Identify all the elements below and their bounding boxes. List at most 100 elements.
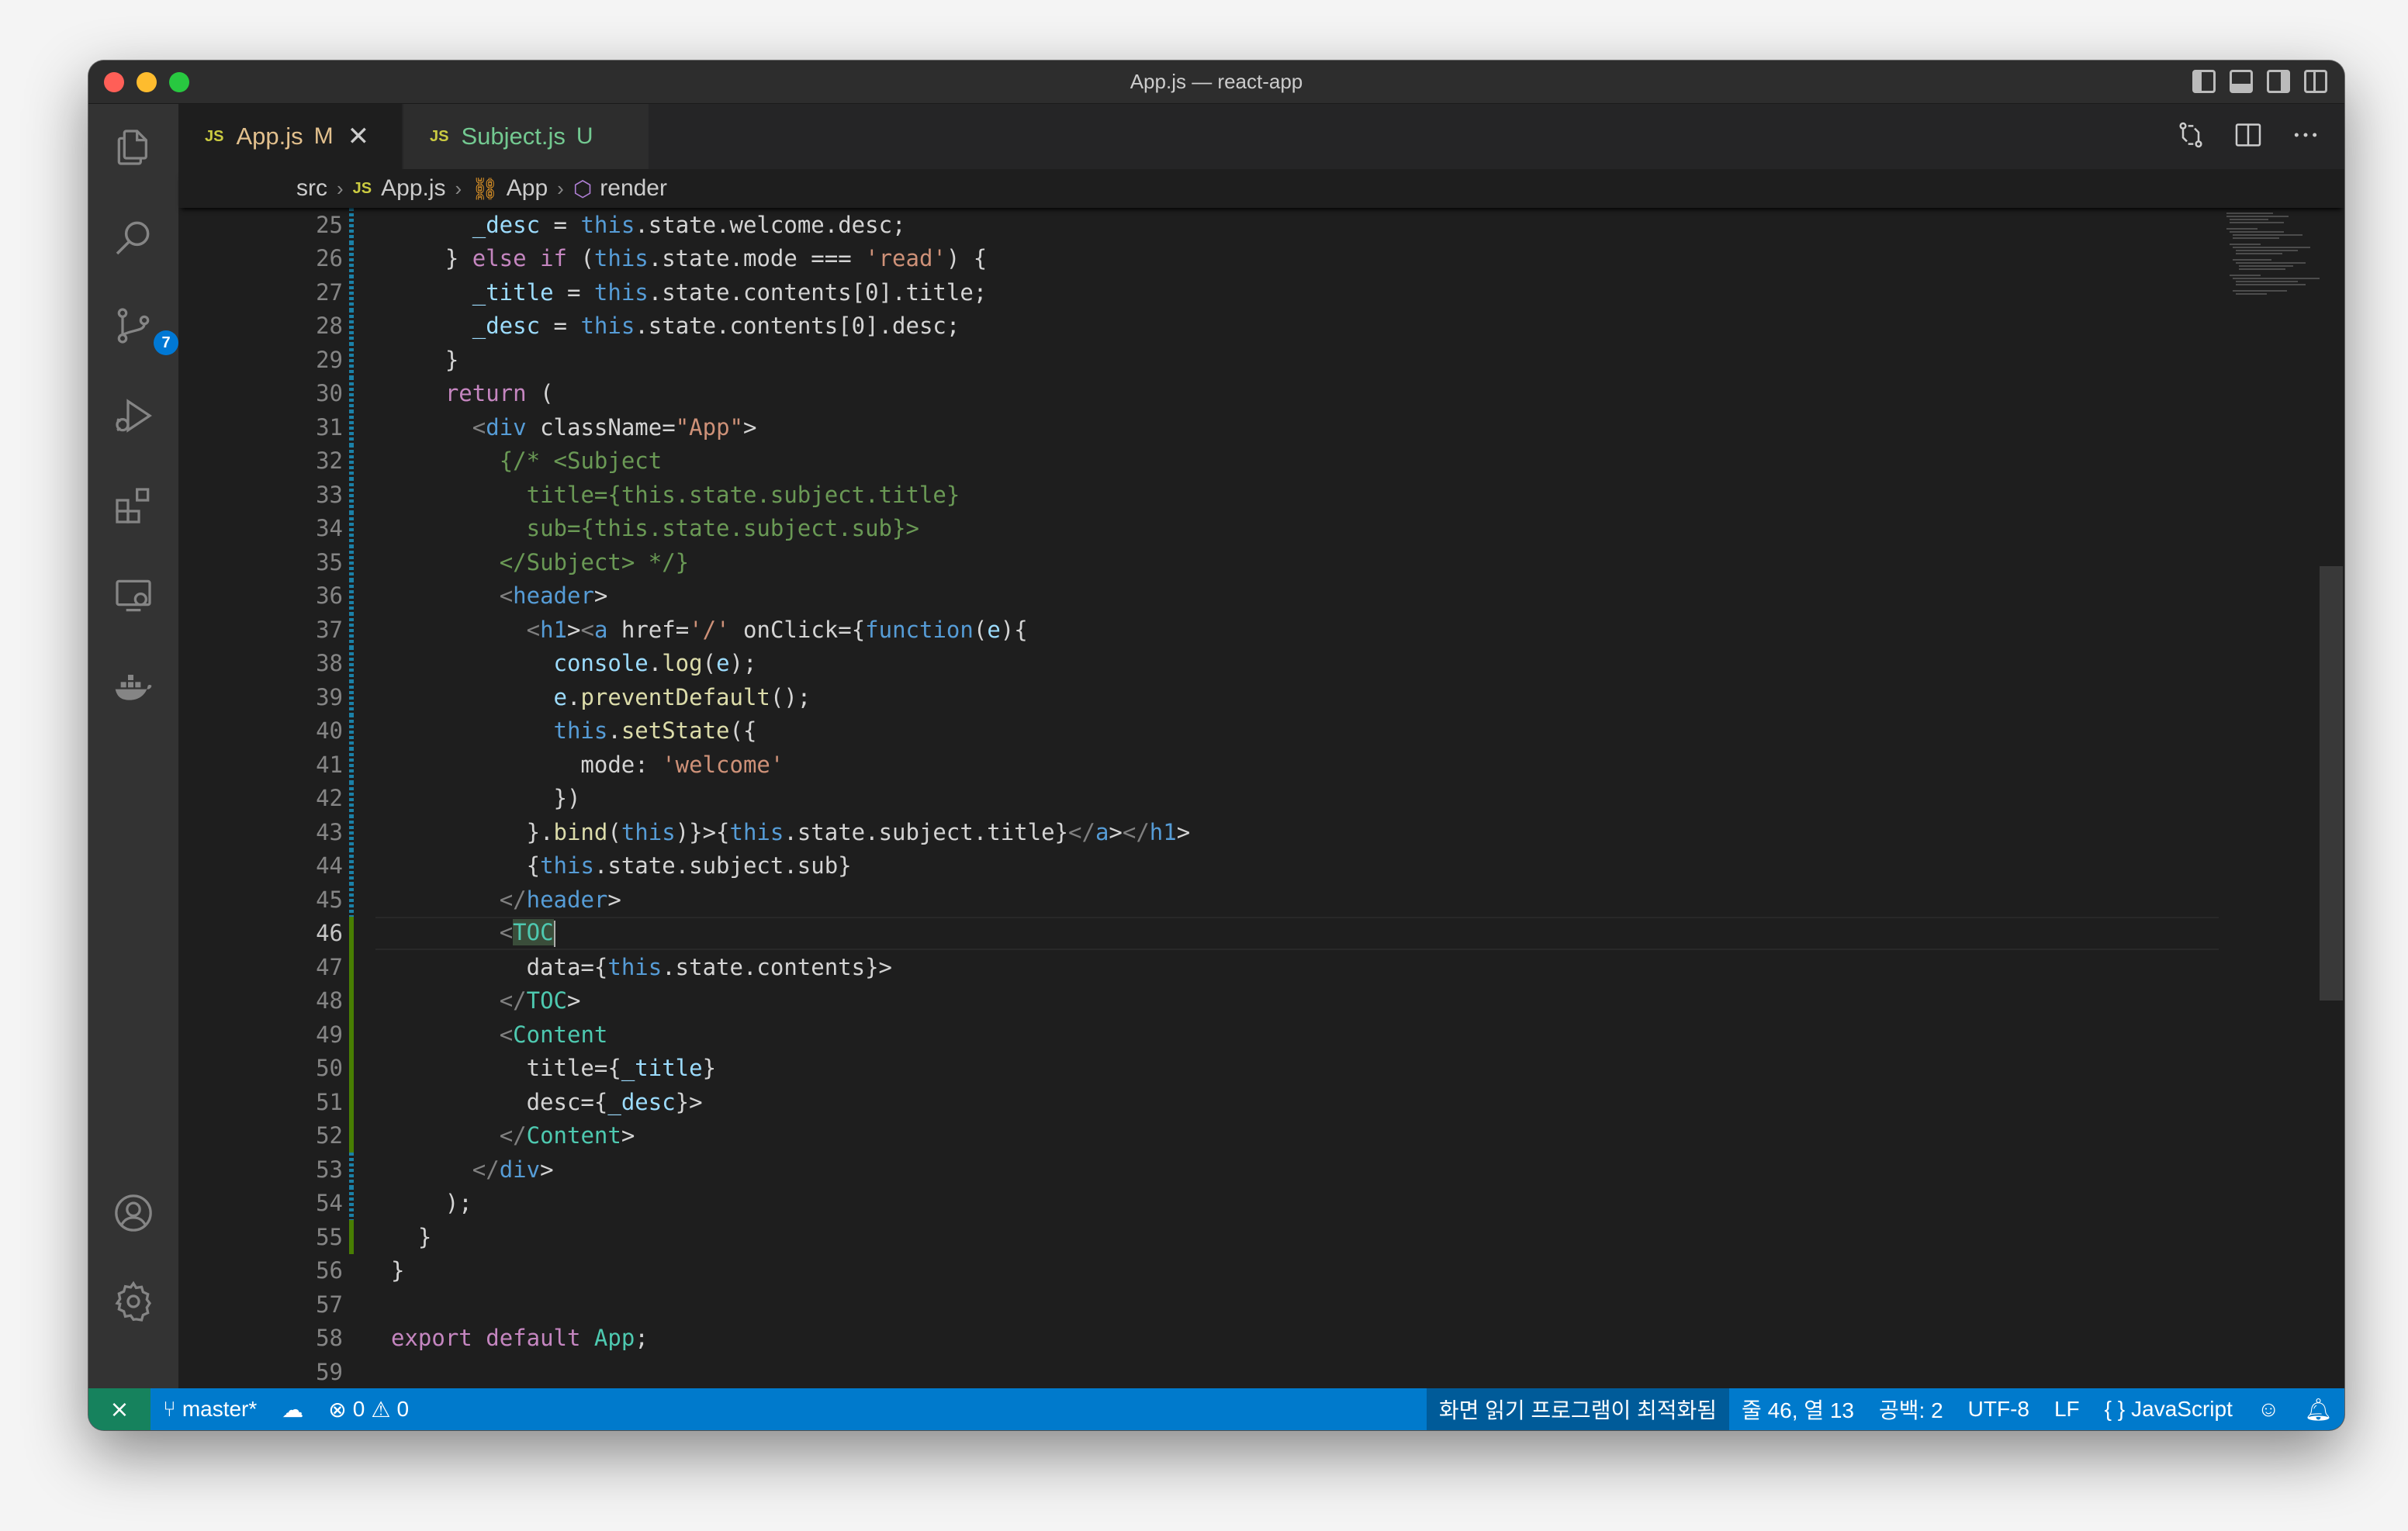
docker-icon[interactable] (110, 662, 157, 709)
code-line[interactable]: 52 </Content> (178, 1118, 2219, 1153)
scrollbar-thumb[interactable] (2320, 566, 2343, 1001)
close-window-button[interactable] (104, 72, 124, 92)
code-line[interactable]: 48 </TOC> (178, 983, 2219, 1018)
cloud-sync-icon[interactable]: ☁ (269, 1388, 316, 1430)
close-tab-icon[interactable]: ✕ (348, 121, 370, 152)
gutter-modified-marker[interactable] (349, 613, 354, 647)
code-line[interactable]: 51 desc={_desc}> (178, 1085, 2219, 1119)
code-line[interactable]: 36 <header> (178, 579, 2219, 613)
code-line[interactable]: 43 }.bind(this)}>{this.state.subject.tit… (178, 815, 2219, 849)
tab-app-js[interactable]: JS App.js M ✕ (178, 104, 402, 169)
code-line[interactable]: 26 } else if (this.state.mode === 'read'… (178, 241, 2219, 275)
gutter-modified-marker[interactable] (349, 883, 354, 917)
code-line[interactable]: 46 <TOC (178, 916, 2219, 950)
code-line[interactable]: 34 sub={this.state.subject.sub}> (178, 511, 2219, 545)
code-line[interactable]: 54 ); (178, 1186, 2219, 1220)
toggle-primary-sidebar-icon[interactable] (2192, 70, 2216, 93)
code-line[interactable]: 57 (178, 1287, 2219, 1322)
search-icon[interactable] (110, 214, 157, 261)
minimize-window-button[interactable] (137, 72, 157, 92)
account-icon[interactable] (110, 1190, 157, 1236)
problems-indicator[interactable]: ⊗ 0 ⚠ 0 (316, 1388, 421, 1430)
gutter-modified-marker[interactable] (349, 309, 354, 343)
gutter-modified-marker[interactable] (349, 748, 354, 782)
breadcrumb-class[interactable]: App (507, 175, 548, 202)
gutter-added-marker[interactable] (349, 1051, 354, 1085)
gutter-added-marker[interactable] (349, 916, 354, 950)
code-line[interactable]: 37 <h1><a href='/' onClick={function(e){ (178, 613, 2219, 647)
code-line[interactable]: 50 title={_title} (178, 1051, 2219, 1085)
editor-scrollbar[interactable] (2320, 208, 2343, 1388)
breadcrumb-folder[interactable]: src (296, 175, 327, 202)
gutter-added-marker[interactable] (349, 1220, 354, 1254)
gutter-modified-marker[interactable] (349, 848, 354, 883)
encoding-setting[interactable]: UTF-8 (1956, 1388, 2042, 1430)
remote-explorer-icon[interactable] (110, 572, 157, 619)
gutter-modified-marker[interactable] (349, 646, 354, 680)
settings-gear-icon[interactable] (110, 1278, 157, 1325)
code-line[interactable]: 44 {this.state.subject.sub} (178, 848, 2219, 883)
maximize-window-button[interactable] (169, 72, 189, 92)
language-mode[interactable]: { } JavaScript (2092, 1388, 2245, 1430)
code-line[interactable]: 38 console.log(e); (178, 646, 2219, 680)
split-editor-icon[interactable] (2233, 119, 2264, 150)
gutter-modified-marker[interactable] (349, 680, 354, 714)
gutter-modified-marker[interactable] (349, 241, 354, 275)
code-line[interactable]: 28 _desc = this.state.contents[0].desc; (178, 309, 2219, 343)
gutter-modified-marker[interactable] (349, 376, 354, 410)
indentation-setting[interactable]: 공백: 2 (1867, 1388, 1956, 1430)
source-control-icon[interactable]: 7 (110, 302, 178, 355)
gutter-modified-marker[interactable] (349, 1186, 354, 1220)
code-editor[interactable]: 25 _desc = this.state.welcome.desc; 26 } … (178, 208, 2219, 1388)
feedback-icon[interactable]: ☺ (2245, 1388, 2292, 1430)
gutter-modified-marker[interactable] (349, 444, 354, 478)
gutter-added-marker[interactable] (349, 1018, 354, 1052)
code-line[interactable]: 47 data={this.state.contents}> (178, 950, 2219, 984)
gutter-modified-marker[interactable] (349, 208, 354, 242)
gutter-modified-marker[interactable] (349, 1153, 354, 1187)
screen-reader-status[interactable]: 화면 읽기 프로그램이 최적화됨 (1426, 1388, 1730, 1430)
code-line[interactable]: 32 {/* <Subject (178, 444, 2219, 478)
open-changes-icon[interactable] (2175, 119, 2206, 150)
gutter-added-marker[interactable] (349, 950, 354, 984)
gutter-modified-marker[interactable] (349, 410, 354, 444)
explorer-icon[interactable] (110, 124, 157, 171)
code-line[interactable]: 53 </div> (178, 1153, 2219, 1187)
branch-indicator[interactable]: ⑂ master* (150, 1388, 269, 1430)
notifications-bell-icon[interactable]: 🔔︎ (2292, 1388, 2344, 1430)
code-line[interactable]: 35 </Subject> */} (178, 545, 2219, 579)
gutter-added-marker[interactable] (349, 983, 354, 1018)
code-line[interactable]: 58 export default App; (178, 1322, 2219, 1356)
breadcrumb-method[interactable]: render (600, 175, 667, 202)
extensions-icon[interactable] (110, 482, 157, 529)
code-line[interactable]: 25 _desc = this.state.welcome.desc; (178, 208, 2219, 242)
gutter-added-marker[interactable] (349, 1085, 354, 1119)
code-line[interactable]: 33 title={this.state.subject.title} (178, 478, 2219, 512)
more-actions-icon[interactable] (2290, 119, 2321, 150)
toggle-panel-icon[interactable] (2230, 70, 2253, 93)
code-line[interactable]: 27 _title = this.state.contents[0].title… (178, 275, 2219, 309)
code-line[interactable]: 42 }) (178, 781, 2219, 815)
code-line[interactable]: 59 (178, 1355, 2219, 1388)
gutter-modified-marker[interactable] (349, 275, 354, 309)
code-line[interactable]: 49 <Content (178, 1018, 2219, 1052)
gutter-modified-marker[interactable] (349, 714, 354, 748)
code-line[interactable]: 45 </header> (178, 883, 2219, 917)
gutter-added-marker[interactable] (349, 1118, 354, 1153)
eol-setting[interactable]: LF (2042, 1388, 2092, 1430)
code-line[interactable]: 29 } (178, 343, 2219, 377)
gutter-modified-marker[interactable] (349, 478, 354, 512)
breadcrumb-file[interactable]: App.js (381, 175, 445, 202)
tab-subject-js[interactable]: JS Subject.js U (403, 104, 649, 169)
gutter-modified-marker[interactable] (349, 545, 354, 579)
run-debug-icon[interactable] (110, 392, 157, 439)
code-line[interactable]: 41 mode: 'welcome' (178, 748, 2219, 782)
gutter-modified-marker[interactable] (349, 815, 354, 849)
customize-layout-icon[interactable] (2304, 70, 2327, 93)
gutter-modified-marker[interactable] (349, 579, 354, 613)
gutter-modified-marker[interactable] (349, 343, 354, 377)
code-line[interactable]: 39 e.preventDefault(); (178, 680, 2219, 714)
toggle-secondary-sidebar-icon[interactable] (2267, 70, 2290, 93)
gutter-modified-marker[interactable] (349, 511, 354, 545)
code-line[interactable]: 40 this.setState({ (178, 714, 2219, 748)
